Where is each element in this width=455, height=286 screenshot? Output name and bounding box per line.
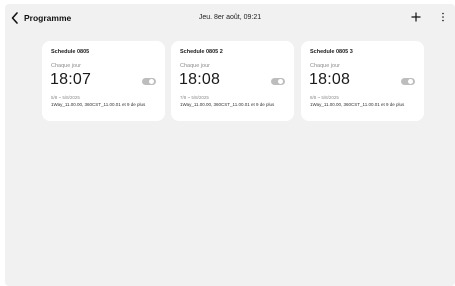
schedule-screen: Programme Jeu. 8er août, 09:21 Schedule …: [5, 4, 455, 286]
schedule-date-range: 7/8 ~ 5/8/2025: [180, 95, 209, 100]
schedule-card[interactable]: Schedule 0805 Chaque jour 18:07 5/8 ~ 5/…: [42, 41, 165, 121]
add-schedule-button[interactable]: [409, 10, 423, 24]
schedule-frequency: Chaque jour: [310, 63, 340, 69]
schedule-description: 1Way_11.00.00, 360CST_11.00.01 et 9 de p…: [51, 102, 146, 107]
schedule-card[interactable]: Schedule 0805 2 Chaque jour 18:08 7/8 ~ …: [171, 41, 294, 121]
schedule-toggle[interactable]: [401, 78, 415, 85]
schedule-time: 18:08: [179, 71, 221, 88]
schedule-name: Schedule 0805: [51, 49, 90, 55]
schedule-toggle[interactable]: [142, 78, 156, 85]
more-options-button[interactable]: [439, 10, 447, 24]
schedule-card[interactable]: Schedule 0805 3 Chaque jour 18:08 8/8 ~ …: [301, 41, 424, 121]
schedule-date-range: 8/8 ~ 5/8/2025: [310, 95, 339, 100]
toggle-knob: [407, 78, 414, 85]
toggle-knob: [277, 78, 284, 85]
schedule-description: 1Way_11.00.00, 360CST_11.00.01 et 9 de p…: [310, 102, 405, 107]
schedule-time: 18:08: [309, 71, 351, 88]
schedule-frequency: Chaque jour: [51, 63, 81, 69]
current-datetime: Jeu. 8er août, 09:21: [198, 14, 262, 21]
toggle-knob: [148, 78, 155, 85]
schedule-date-range: 5/8 ~ 5/8/2025: [51, 95, 80, 100]
schedule-frequency: Chaque jour: [180, 63, 210, 69]
plus-icon: [411, 12, 421, 22]
schedule-description: 1Way_11.00.00, 360CST_11.00.01 et 9 de p…: [180, 102, 275, 107]
schedule-toggle[interactable]: [271, 78, 285, 85]
schedule-name: Schedule 0805 3: [310, 49, 353, 55]
app-header: Programme Jeu. 8er août, 09:21: [5, 4, 455, 34]
more-vertical-icon: [442, 12, 444, 22]
schedule-name: Schedule 0805 2: [180, 49, 223, 55]
schedule-time: 18:07: [50, 71, 92, 88]
